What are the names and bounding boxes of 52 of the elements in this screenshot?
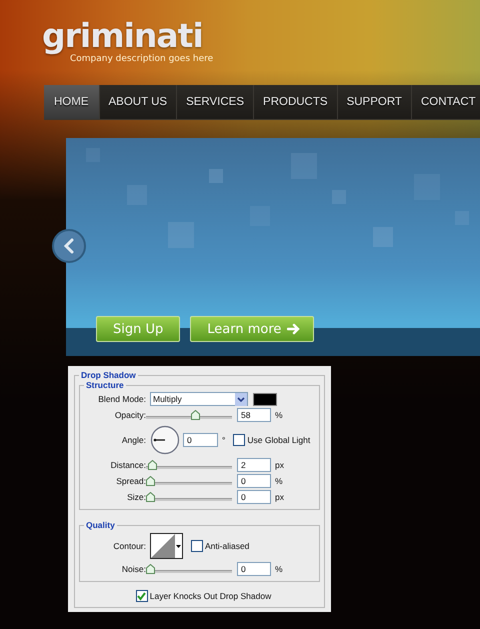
checkbox[interactable] <box>136 590 148 602</box>
section-title: Quality <box>85 520 116 530</box>
checkbox-label: Use Global Light <box>247 435 310 445</box>
unit-label: px <box>275 492 284 502</box>
nav-item[interactable]: SUPPORT <box>338 85 412 119</box>
section-title: Structure <box>85 380 125 390</box>
slider-thumb[interactable] <box>190 410 200 420</box>
arrow-icon <box>287 323 302 335</box>
unit-label: px <box>275 460 284 470</box>
field-label: Contour: <box>112 541 146 551</box>
tagline: Company description goes here <box>70 54 214 64</box>
previous-button[interactable] <box>52 229 86 263</box>
field-label: Distance: <box>110 460 146 470</box>
checkbox-label: Anti-aliased <box>205 541 250 551</box>
section-title: Drop Shadow <box>80 370 137 380</box>
field-label: Spread: <box>115 476 146 486</box>
contour-picker[interactable] <box>150 533 183 559</box>
nav-item[interactable]: ABOUT US <box>100 85 178 119</box>
field-label: Noise: <box>120 564 146 574</box>
chevron-left-icon <box>62 238 76 254</box>
contour-curve-icon <box>151 534 175 558</box>
nav-item[interactable]: PRODUCTS <box>254 85 338 119</box>
unit-label: ° <box>222 435 226 445</box>
unit-label: % <box>275 564 283 574</box>
slider-thumb[interactable] <box>146 476 155 486</box>
unit-label: % <box>275 476 283 486</box>
color-swatch[interactable] <box>253 392 277 406</box>
dropdown-icon <box>235 392 247 406</box>
value-input[interactable]: 0 <box>237 490 271 504</box>
value-input[interactable]: 2 <box>237 458 271 472</box>
value-input[interactable]: 58 <box>237 408 271 422</box>
checkbox[interactable] <box>191 540 203 552</box>
unit-label: % <box>275 410 283 420</box>
angle-dial-icon[interactable] <box>150 425 180 455</box>
value-input[interactable]: 0 <box>183 433 218 447</box>
field-label: Blend Mode: <box>97 394 146 404</box>
nav-item[interactable]: SERVICES <box>177 85 254 119</box>
nav-item[interactable]: HOME <box>44 85 100 119</box>
checkbox[interactable] <box>233 434 246 446</box>
field-label: Opacity: <box>114 410 146 420</box>
logo: griminati <box>42 18 203 54</box>
slider-thumb[interactable] <box>148 460 157 470</box>
value-input[interactable]: 0 <box>237 474 271 488</box>
checkbox-label: Layer Knocks Out Drop Shadow <box>150 591 272 601</box>
nav-item[interactable]: CONTACT <box>412 85 478 119</box>
caret-icon <box>176 544 181 548</box>
slider-thumb[interactable] <box>146 492 155 502</box>
blend-mode-dropdown[interactable]: Multiply <box>150 392 248 406</box>
slider-thumb[interactable] <box>146 564 155 574</box>
value-input[interactable]: 0 <box>237 562 271 576</box>
field-label: Size: <box>126 492 146 502</box>
field-label: Angle: <box>120 435 146 445</box>
